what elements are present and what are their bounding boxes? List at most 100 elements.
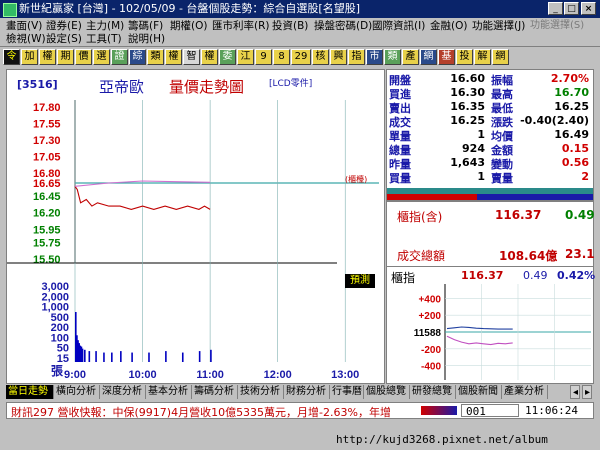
menu-item-main-force[interactable]: 主力(M) (86, 19, 124, 33)
tab-intraday[interactable]: 當日走勢 (6, 385, 54, 399)
menu-item-invest[interactable]: 投資(B) (272, 19, 308, 33)
page-number-input[interactable]: 001 (461, 404, 519, 418)
volume-bar (210, 349, 212, 362)
quote-label: 買量 (389, 172, 411, 185)
menu-item-options[interactable]: 期權(O) (170, 19, 207, 33)
title-bar: 新世紀贏家 [台灣] - 102/05/09 - 台盤個股走勢：綜合自選股[名望… (0, 0, 600, 18)
menu-item-forex[interactable]: 匯市利率(R) (212, 19, 270, 33)
mini-tick-label: +200 (418, 311, 441, 322)
maximize-button[interactable]: □ (564, 2, 579, 15)
toolbar-button[interactable]: 類 (147, 49, 164, 65)
toolbar-button[interactable]: 29 (291, 49, 311, 65)
menu-item-window[interactable]: 檢視(W) (6, 32, 46, 46)
menu-item-view[interactable]: 畫面(V) (6, 19, 42, 33)
menu-item-settings[interactable]: 設定(S) (46, 32, 82, 46)
tab-scroll-left-button[interactable]: ◂ (570, 385, 580, 399)
minimize-button[interactable]: _ (548, 2, 563, 15)
toolbar-button[interactable]: 令 (3, 49, 20, 65)
news-ticker: 財訊297 營收快報：中保(9917)4月營收10億5335萬元，月增-2.63… (11, 406, 391, 419)
close-button[interactable]: × (581, 2, 596, 15)
toolbar-button[interactable]: 智 (183, 49, 200, 65)
toolbar-button[interactable]: 網 (420, 49, 437, 65)
time-tick-label: 9:00 (64, 369, 86, 381)
quote-value: 2 (581, 170, 589, 183)
price-tick-label: 16.20 (33, 208, 61, 220)
toolbar-button[interactable]: 證 (111, 49, 128, 65)
toolbar-button[interactable]: 產 (402, 49, 419, 65)
menu-item-help[interactable]: 說明(H) (128, 32, 165, 46)
toolbar-button[interactable]: 指 (348, 49, 365, 65)
toolbar-button[interactable]: 權 (165, 49, 182, 65)
toolbar-button[interactable]: 8 (273, 49, 290, 65)
volume-unit: 張 (51, 364, 64, 378)
bond-label: (櫃檯) (345, 175, 368, 184)
quote-value: 16.25 (554, 100, 589, 113)
price-tick-label: 16.65 (33, 178, 61, 190)
toolbar-button[interactable]: 委 (219, 49, 236, 65)
quote-value: 16.70 (554, 86, 589, 99)
tab-fundamental[interactable]: 基本分析 (146, 385, 192, 399)
toolbar-button[interactable]: 類 (384, 49, 401, 65)
tab-depth[interactable]: 深度分析 (100, 385, 146, 399)
tab-calendar[interactable]: 行事曆 (330, 385, 364, 399)
volume-bar (120, 351, 122, 362)
menu-item-chips[interactable]: 籌碼(F) (128, 19, 163, 33)
toolbar-button[interactable]: 加 (21, 49, 38, 65)
toolbar-button[interactable]: 市 (366, 49, 383, 65)
tab-scroll-right-button[interactable]: ▸ (582, 385, 592, 399)
divider (387, 266, 593, 267)
toolbar-button[interactable]: 解 (474, 49, 491, 65)
mini-tick-label: +400 (418, 294, 441, 305)
menu-item-securities[interactable]: 證券(E) (46, 19, 82, 33)
toolbar-button[interactable]: 權 (39, 49, 56, 65)
toolbar-button[interactable]: 價 (75, 49, 92, 65)
tab-horizontal[interactable]: 橫向分析 (54, 385, 100, 399)
tab-chips[interactable]: 籌碼分析 (192, 385, 238, 399)
quote-value: 1 (477, 170, 485, 183)
quote-value: 924 (462, 142, 485, 155)
toolbar-button[interactable]: 網 (492, 49, 509, 65)
tab-financial[interactable]: 財務分析 (284, 385, 330, 399)
tab-news[interactable]: 個股新聞 (456, 385, 502, 399)
toolbar-button[interactable]: 核 (312, 49, 329, 65)
volume-bar (84, 349, 86, 362)
turnover-change: 23.1 (565, 247, 595, 261)
tab-industry[interactable]: 產業分析 (502, 385, 548, 399)
mini-chart-pct: 0.42% (557, 269, 596, 282)
tab-technical[interactable]: 技術分析 (238, 385, 284, 399)
toolbar-button[interactable]: 投 (456, 49, 473, 65)
turnover-label: 成交總額 (397, 249, 446, 263)
toolbar-button[interactable]: 基 (438, 49, 455, 65)
menu-item-function-j[interactable]: 功能選擇(J) (472, 19, 525, 33)
toolbar-button[interactable]: 期 (57, 49, 74, 65)
mini-tick-label: -400 (421, 362, 441, 373)
menu-item-finance[interactable]: 金融(O) (430, 19, 467, 33)
menu-item-intl-info[interactable]: 國際資訊(I) (372, 19, 425, 33)
tab-rnd[interactable]: 研發總覽 (410, 385, 456, 399)
toolbar-button[interactable]: 江 (237, 49, 254, 65)
mini-chart-value: 116.37 (461, 269, 504, 282)
signal-indicator (421, 406, 457, 415)
volume-bar (148, 352, 150, 362)
volume-bar (81, 348, 84, 362)
app-icon (3, 3, 17, 17)
quote-value: 16.49 (554, 128, 589, 141)
toolbar-button[interactable]: 綜 (129, 49, 146, 65)
menu-item-tools[interactable]: 工具(T) (86, 32, 122, 46)
toolbar-button[interactable]: 9 (255, 49, 272, 65)
menu-item-function-s[interactable]: 功能選擇(S) (530, 19, 584, 33)
predict-button[interactable]: 預測 (345, 274, 375, 288)
toolbar-button[interactable]: 權 (201, 49, 218, 65)
otc-average-line (446, 335, 513, 346)
menu-item-trade-code[interactable]: 操盤密碼(D) (314, 19, 372, 33)
quote-value: 2.70% (550, 72, 589, 85)
toolbar-button[interactable]: 興 (330, 49, 347, 65)
industry-label: [LCD零件] (269, 79, 313, 89)
toolbar-button[interactable]: 選 (93, 49, 110, 65)
stock-name: 亞帝歐 (99, 78, 145, 96)
otc-index-line (446, 326, 513, 330)
watermark-url: http://kujd3268.pixnet.net/album (0, 430, 600, 450)
mini-chart-change: 0.49 (523, 269, 548, 282)
tab-overview[interactable]: 個股總覽 (364, 385, 410, 399)
quote-value: 0.15 (561, 142, 589, 155)
